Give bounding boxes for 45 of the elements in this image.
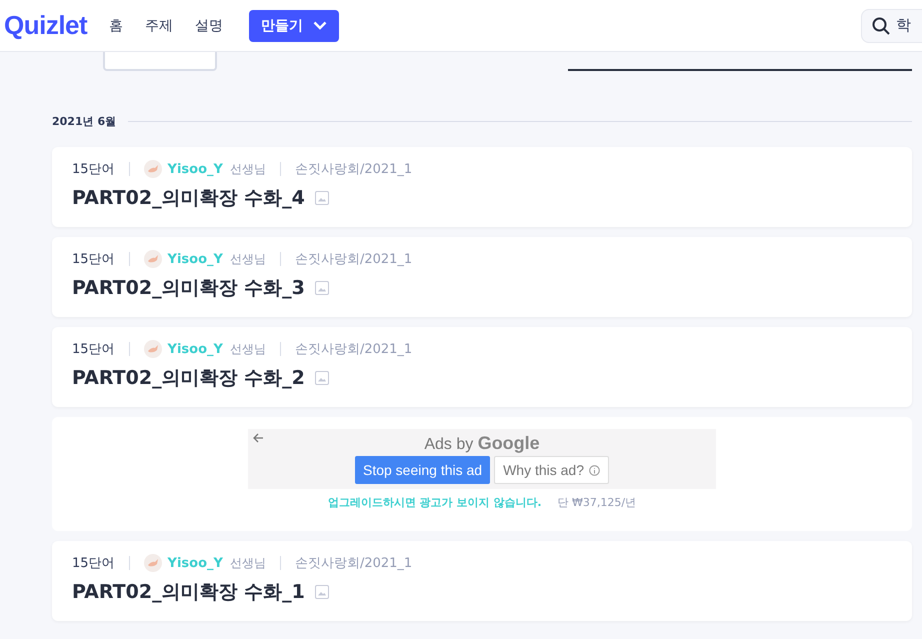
- why-ad-button[interactable]: Why this ad?: [494, 456, 610, 484]
- price-label: 단 ₩37,125/년: [558, 495, 636, 510]
- search-placeholder: 학: [896, 16, 911, 35]
- chevron-down-icon: [313, 21, 328, 30]
- nav-link[interactable]: 홈: [109, 16, 124, 34]
- date-heading: 2021년 6월: [52, 114, 116, 129]
- folder-link[interactable]: 손짓사랑회/2021_1: [294, 554, 412, 572]
- folder-link[interactable]: 손짓사랑회/2021_1: [294, 250, 412, 268]
- term-count: 15단어: [72, 251, 115, 268]
- nav-link[interactable]: 주제: [145, 16, 174, 34]
- info-icon: [589, 464, 600, 476]
- create-button[interactable]: 만들기: [249, 10, 340, 42]
- set-title[interactable]: PART02_의미확장 수화_4: [72, 185, 305, 211]
- ads-by-label: Ads by Google: [424, 433, 540, 454]
- folder-link[interactable]: 손짓사랑회/2021_1: [294, 160, 412, 178]
- set-title[interactable]: PART02_의미확장 수화_3: [72, 275, 305, 301]
- set-title[interactable]: PART02_의미확장 수화_2: [72, 365, 305, 391]
- role-label: 선생님: [230, 250, 266, 268]
- set-card[interactable]: 15단어 Yisoo_Y 선생님 손짓사랑회/2021_1 PART02_의미확장 수화_4: [52, 147, 912, 227]
- avatar-icon: [144, 250, 162, 268]
- set-card[interactable]: 15단어 Yisoo_Y 선생님 손짓사랑회/2021_1 PART02_의미확장 수화_2: [52, 327, 912, 407]
- avatar-icon: [144, 160, 162, 178]
- term-count: 15단어: [72, 341, 115, 358]
- logo[interactable]: Quizlet: [4, 10, 88, 41]
- role-label: 선생님: [230, 340, 266, 358]
- avatar-icon: [144, 554, 162, 572]
- image-icon: [314, 371, 329, 385]
- term-count: 15단어: [72, 555, 115, 572]
- role-label: 선생님: [230, 160, 266, 178]
- folder-link[interactable]: 손짓사랑회/2021_1: [294, 340, 412, 358]
- nav-link[interactable]: 설명: [195, 16, 224, 34]
- sort-dropdown[interactable]: [103, 52, 217, 71]
- set-card[interactable]: 15단어 Yisoo_Y 선생님 손짓사랑회/2021_1 PART02_의미확장 수화_3: [52, 237, 912, 317]
- set-card[interactable]: 15단어 Yisoo_Y 선생님 손짓사랑회/2021_1 PART02_의미확장 수화_1: [52, 541, 912, 621]
- image-icon: [314, 191, 329, 205]
- set-title[interactable]: PART02_의미확장 수화_1: [72, 579, 305, 605]
- image-icon: [314, 585, 329, 599]
- stop-ad-button[interactable]: Stop seeing this ad: [354, 456, 490, 484]
- avatar-icon: [144, 340, 162, 358]
- image-icon: [314, 281, 329, 295]
- search-icon: [872, 16, 890, 34]
- back-arrow-icon[interactable]: [252, 432, 264, 444]
- search-field[interactable]: 학: [861, 8, 922, 42]
- role-label: 선생님: [230, 554, 266, 572]
- term-count: 15단어: [72, 161, 115, 178]
